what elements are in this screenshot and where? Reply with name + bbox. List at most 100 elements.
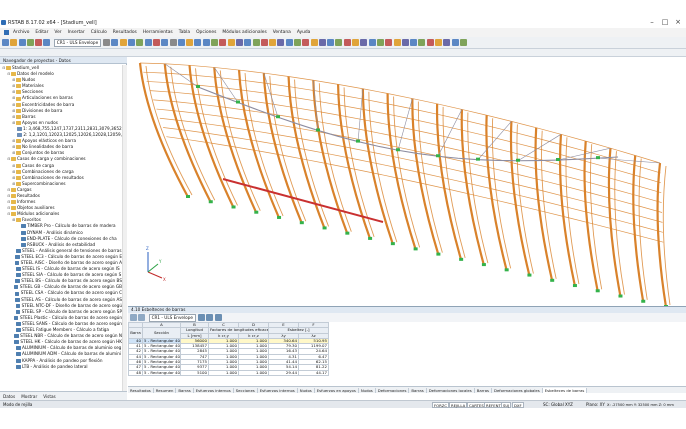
toolbar-tool-icon[interactable] xyxy=(111,39,119,46)
toolbar-tool-icon[interactable] xyxy=(343,39,351,46)
results-tab[interactable]: Esbelteces de barras xyxy=(542,387,588,393)
results-tab[interactable]: Barras xyxy=(409,387,427,393)
menu-calculo[interactable]: Cálculo xyxy=(91,30,107,35)
toolbar-tool-icon[interactable] xyxy=(410,39,418,46)
toolbar-tool-icon[interactable] xyxy=(385,39,393,46)
results-loadcase-select[interactable]: CR1 - ULS Envelope xyxy=(148,313,196,322)
results-tab[interactable]: Nudos xyxy=(359,387,376,393)
folder-icon xyxy=(16,84,21,89)
toolbar-tool-icon[interactable] xyxy=(318,39,326,46)
toolbar-tool-icon[interactable] xyxy=(335,39,343,46)
toolbar-tool-icon[interactable] xyxy=(435,39,443,46)
toolbar-tool-icon[interactable] xyxy=(26,39,34,46)
support-marker xyxy=(572,284,577,288)
toolbar-tool-icon[interactable] xyxy=(136,39,144,46)
toolbar-tool-icon[interactable] xyxy=(161,39,169,46)
menu-editar[interactable]: Editar xyxy=(35,30,48,35)
maximize-icon[interactable]: □ xyxy=(659,18,671,27)
toolbar-tool-icon[interactable] xyxy=(418,39,426,46)
menu-insertar[interactable]: Insertar xyxy=(68,30,85,35)
toolbar-tool-icon[interactable] xyxy=(376,39,384,46)
table-cell: 5100 xyxy=(180,369,209,376)
navigator-scrollbar[interactable] xyxy=(122,65,127,391)
toolbar-tool-icon[interactable] xyxy=(401,39,409,46)
minimize-icon[interactable]: – xyxy=(646,18,658,27)
results-tab[interactable]: Resumen xyxy=(154,387,177,393)
tab-datos[interactable]: Datos xyxy=(3,394,15,399)
results-tab[interactable]: Deformaciones xyxy=(376,387,410,393)
toolbar-tool-icon[interactable] xyxy=(194,39,202,46)
toolbar-tool-icon[interactable] xyxy=(119,39,127,46)
results-tab[interactable]: Esfuerzos en apoyos xyxy=(315,387,359,393)
menu-herramientas[interactable]: Herramientas xyxy=(143,30,173,35)
results-tab[interactable]: Nudos xyxy=(298,387,315,393)
nav-tree-item[interactable]: LTB - Análisis de pandeo lateral xyxy=(0,364,122,370)
toolbar-tool-icon[interactable] xyxy=(235,39,243,46)
toolbar-tool-icon[interactable] xyxy=(10,39,18,46)
toolbar-tool-icon[interactable] xyxy=(219,39,227,46)
menu-tabla[interactable]: Tabla xyxy=(179,30,190,35)
toolbar-tool-icon[interactable] xyxy=(211,39,219,46)
toolbar-tool-icon[interactable] xyxy=(293,39,301,46)
toolbar-tool-icon[interactable] xyxy=(393,39,401,46)
toolbar-tool-icon[interactable] xyxy=(310,39,318,46)
table-row[interactable]: 48 5 - Rectangular 400 5100 1.000 1.000 29.44… xyxy=(128,369,668,376)
toolbar-tool-icon[interactable] xyxy=(426,39,434,46)
toolbar-tool-icon[interactable] xyxy=(260,39,268,46)
toolbar-tool-icon[interactable] xyxy=(327,39,335,46)
menu-modulos[interactable]: Módulos adicionales xyxy=(222,30,266,35)
results-tab[interactable]: Esfuerzos internos xyxy=(258,387,298,393)
menu-resultados[interactable]: Resultados xyxy=(113,30,137,35)
results-tab[interactable]: Barras xyxy=(176,387,194,393)
table-cell: 1.000 xyxy=(238,369,269,376)
menu-archivo[interactable]: Archivo xyxy=(13,30,29,35)
print-icon[interactable] xyxy=(214,314,222,321)
results-tab[interactable]: Barras xyxy=(475,387,493,393)
toolbar-tool-icon[interactable] xyxy=(451,39,459,46)
toolbar-tool-icon[interactable] xyxy=(128,39,136,46)
next-icon[interactable] xyxy=(138,314,146,321)
toolbar-tool-icon[interactable] xyxy=(2,39,9,46)
tab-mostrar[interactable]: Mostrar xyxy=(21,394,37,399)
results-tab[interactable]: Deformaciones globales xyxy=(492,387,543,393)
results-tab[interactable]: Resultados xyxy=(128,387,154,393)
close-icon[interactable]: × xyxy=(672,18,684,27)
toolbar-tool-icon[interactable] xyxy=(252,39,260,46)
toolbar-tool-icon[interactable] xyxy=(459,39,467,46)
results-tab[interactable]: Esfuerzos internos xyxy=(194,387,234,393)
tab-vistas[interactable]: Vistas xyxy=(43,394,56,399)
toolbar-tool-icon[interactable] xyxy=(202,39,210,46)
toolbar-tool-icon[interactable] xyxy=(352,39,360,46)
filter-icon[interactable] xyxy=(197,314,205,321)
module-icon xyxy=(21,224,26,229)
toolbar-tool-icon[interactable] xyxy=(285,39,293,46)
loadcase-select[interactable]: CR1 - ULS Envelope xyxy=(53,38,102,47)
toolbar-tool-icon[interactable] xyxy=(186,39,194,46)
results-tab[interactable]: Secciones xyxy=(234,387,258,393)
menu-ventana[interactable]: Ventana xyxy=(273,30,291,35)
toolbar-tool-icon[interactable] xyxy=(368,39,376,46)
menu-ayuda[interactable]: Ayuda xyxy=(297,30,311,35)
toolbar-tool-icon[interactable] xyxy=(152,39,160,46)
toolbar-tool-icon[interactable] xyxy=(35,39,43,46)
menu-opciones[interactable]: Opciones xyxy=(196,30,216,35)
toolbar-tool-icon[interactable] xyxy=(302,39,310,46)
menu-ver[interactable]: Ver xyxy=(54,30,61,35)
toolbar-tool-icon[interactable] xyxy=(43,39,51,46)
toolbar-tool-icon[interactable] xyxy=(18,39,26,46)
toolbar-tool-icon[interactable] xyxy=(177,39,185,46)
results-tab[interactable]: Deformaciones locales xyxy=(427,387,475,393)
toolbar-tool-icon[interactable] xyxy=(443,39,451,46)
toolbar-tool-icon[interactable] xyxy=(360,39,368,46)
export-icon[interactable] xyxy=(206,314,214,321)
toolbar-tool-icon[interactable] xyxy=(169,39,177,46)
toolbar-tool-icon[interactable] xyxy=(277,39,285,46)
prev-icon[interactable] xyxy=(130,314,137,321)
axis-x-label: X xyxy=(163,277,166,282)
toolbar-tool-icon[interactable] xyxy=(244,39,252,46)
model-3d-view[interactable]: Z X Y xyxy=(128,57,686,306)
toolbar-tool-icon[interactable] xyxy=(144,39,152,46)
toolbar-tool-icon[interactable] xyxy=(103,39,111,46)
toolbar-tool-icon[interactable] xyxy=(227,39,235,46)
toolbar-tool-icon[interactable] xyxy=(269,39,277,46)
